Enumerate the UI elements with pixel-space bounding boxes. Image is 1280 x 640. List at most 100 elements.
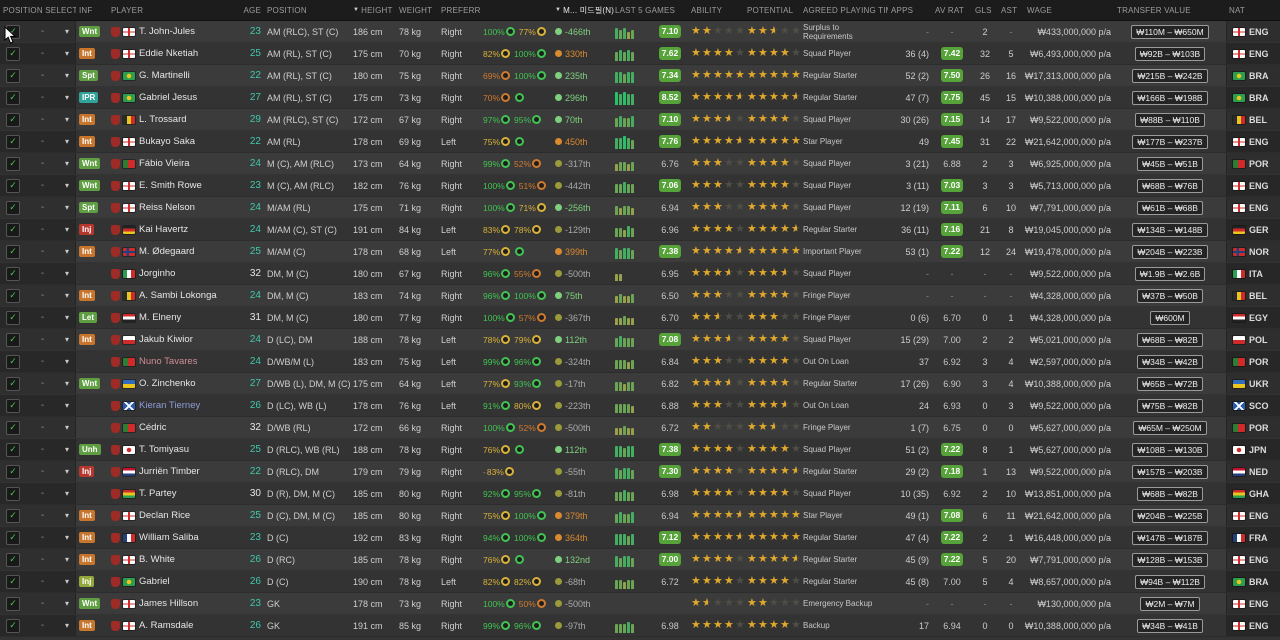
selected-checkbox[interactable]: ✓ bbox=[6, 464, 20, 479]
inf-badge[interactable]: Spt bbox=[79, 202, 98, 213]
player-name[interactable]: G. Martinelli bbox=[139, 70, 190, 81]
table-row[interactable]: ✓ - ▾ Int M. Ødegaard 25 M/AM (C) 178 cm… bbox=[0, 241, 1280, 263]
col-header-ast[interactable]: AST bbox=[998, 0, 1024, 20]
table-row[interactable]: ✓ - ▾ Nuno Tavares 24 D/WB/M (L) 183 cm … bbox=[0, 351, 1280, 373]
selected-checkbox[interactable]: ✓ bbox=[6, 134, 20, 149]
row-expand-chevron-icon[interactable]: ▾ bbox=[65, 445, 69, 454]
inf-badge[interactable]: Int bbox=[79, 136, 95, 147]
inf-badge[interactable]: Int bbox=[79, 620, 95, 631]
inf-badge[interactable]: Wnt bbox=[79, 26, 101, 37]
player-name[interactable]: M. Elneny bbox=[139, 312, 181, 323]
selected-checkbox[interactable]: ✓ bbox=[6, 332, 20, 347]
inf-badge[interactable]: IPR bbox=[79, 92, 99, 103]
player-name[interactable]: E. Smith Rowe bbox=[139, 180, 202, 191]
col-header-avrat[interactable]: AV RAT bbox=[932, 0, 972, 20]
player-name[interactable]: Reiss Nelson bbox=[139, 202, 195, 213]
row-expand-chevron-icon[interactable]: ▾ bbox=[65, 533, 69, 542]
selected-checkbox[interactable]: ✓ bbox=[6, 222, 20, 237]
col-header-nat[interactable]: NAT bbox=[1226, 0, 1280, 20]
player-name[interactable]: M. Ødegaard bbox=[139, 246, 194, 257]
inf-badge[interactable]: Inj bbox=[79, 466, 95, 477]
row-expand-chevron-icon[interactable]: ▾ bbox=[65, 599, 69, 608]
col-header-ability[interactable]: ABILITY bbox=[688, 0, 744, 20]
row-expand-chevron-icon[interactable]: ▾ bbox=[65, 313, 69, 322]
row-expand-chevron-icon[interactable]: ▾ bbox=[65, 379, 69, 388]
row-expand-chevron-icon[interactable]: ▾ bbox=[65, 247, 69, 256]
player-name[interactable]: James Hillson bbox=[139, 598, 198, 609]
player-name[interactable]: Jakub Kiwior bbox=[139, 334, 193, 345]
col-header-playing-time[interactable]: AGREED PLAYING TIME bbox=[800, 0, 888, 20]
row-expand-chevron-icon[interactable]: ▾ bbox=[65, 71, 69, 80]
inf-badge[interactable]: Inj bbox=[79, 576, 95, 587]
selected-checkbox[interactable]: ✓ bbox=[6, 486, 20, 501]
table-row[interactable]: ✓ - ▾ Inj Jurriën Timber 22 D (RLC), DM … bbox=[0, 461, 1280, 483]
inf-badge[interactable]: Int bbox=[79, 510, 95, 521]
table-row[interactable]: ✓ - ▾ Let M. Elneny 31 DM, M (C) 180 cm … bbox=[0, 307, 1280, 329]
selected-checkbox[interactable]: ✓ bbox=[6, 266, 20, 281]
selected-checkbox[interactable]: ✓ bbox=[6, 288, 20, 303]
selected-checkbox[interactable]: ✓ bbox=[6, 574, 20, 589]
table-row[interactable]: ✓ - ▾ Int Declan Rice 25 D (C), DM, M (C… bbox=[0, 505, 1280, 527]
player-name[interactable]: Kai Havertz bbox=[139, 224, 188, 235]
row-expand-chevron-icon[interactable]: ▾ bbox=[65, 621, 69, 630]
col-header-position[interactable]: POSITION bbox=[264, 0, 350, 20]
col-header-position-selected[interactable]: POSITION SELECTED bbox=[0, 0, 76, 20]
inf-badge[interactable]: Wnt bbox=[79, 598, 101, 609]
player-name[interactable]: Kieran Tierney bbox=[139, 400, 200, 411]
selected-checkbox[interactable]: ✓ bbox=[6, 68, 20, 83]
selected-checkbox[interactable]: ✓ bbox=[6, 244, 20, 259]
table-row[interactable]: ✓ - ▾ Int L. Trossard 29 AM (RLC), ST (C… bbox=[0, 109, 1280, 131]
table-row[interactable]: ✓ - ▾ Int Eddie Nketiah 25 AM (RL), ST (… bbox=[0, 43, 1280, 65]
player-name[interactable]: A. Sambi Lokonga bbox=[139, 290, 217, 301]
selected-checkbox[interactable]: ✓ bbox=[6, 442, 20, 457]
row-expand-chevron-icon[interactable]: ▾ bbox=[65, 49, 69, 58]
selected-checkbox[interactable]: ✓ bbox=[6, 156, 20, 171]
selected-checkbox[interactable]: ✓ bbox=[6, 530, 20, 545]
row-expand-chevron-icon[interactable]: ▾ bbox=[65, 291, 69, 300]
inf-badge[interactable]: Int bbox=[79, 554, 95, 565]
col-header-m-column[interactable]: ▼ M... 미드필(N) bbox=[552, 0, 614, 20]
player-name[interactable]: Jurriën Timber bbox=[139, 466, 200, 477]
selected-checkbox[interactable]: ✓ bbox=[6, 552, 20, 567]
player-name[interactable]: L. Trossard bbox=[139, 114, 187, 125]
selected-checkbox[interactable]: ✓ bbox=[6, 596, 20, 611]
player-name[interactable]: Jorginho bbox=[139, 268, 175, 279]
inf-badge[interactable]: Inj bbox=[79, 224, 95, 235]
inf-badge[interactable]: Int bbox=[79, 334, 95, 345]
table-row[interactable]: ✓ - ▾ Wnt T. John-Jules 23 AM (RLC), ST … bbox=[0, 21, 1280, 43]
inf-badge[interactable]: Unh bbox=[79, 444, 101, 455]
selected-checkbox[interactable]: ✓ bbox=[6, 310, 20, 325]
player-name[interactable]: Gabriel bbox=[139, 576, 170, 587]
table-row[interactable]: ✓ - ▾ Unh T. Tomiyasu 25 D (RLC), WB (RL… bbox=[0, 439, 1280, 461]
selected-checkbox[interactable]: ✓ bbox=[6, 420, 20, 435]
row-expand-chevron-icon[interactable]: ▾ bbox=[65, 27, 69, 36]
table-row[interactable]: ✓ - ▾ Int A. Ramsdale 26 GK 191 cm 85 kg… bbox=[0, 615, 1280, 637]
table-row[interactable]: ✓ - ▾ Cédric 32 D/WB (RL) 172 cm 66 kg R… bbox=[0, 417, 1280, 439]
player-name[interactable]: Gabriel Jesus bbox=[139, 92, 197, 103]
selected-checkbox[interactable]: ✓ bbox=[6, 178, 20, 193]
col-header-potential[interactable]: POTENTIAL bbox=[744, 0, 800, 20]
col-header-apps[interactable]: APPS bbox=[888, 0, 932, 20]
selected-checkbox[interactable]: ✓ bbox=[6, 24, 20, 39]
row-expand-chevron-icon[interactable]: ▾ bbox=[65, 203, 69, 212]
col-header-height[interactable]: ▼ HEIGHT bbox=[350, 0, 396, 20]
col-header-weight[interactable]: WEIGHT bbox=[396, 0, 438, 20]
inf-badge[interactable]: Let bbox=[79, 312, 97, 323]
row-expand-chevron-icon[interactable]: ▾ bbox=[65, 335, 69, 344]
col-header-last5[interactable]: LAST 5 GAMES bbox=[612, 0, 688, 20]
player-name[interactable]: Fábio Vieira bbox=[139, 158, 190, 169]
selected-checkbox[interactable]: ✓ bbox=[6, 200, 20, 215]
table-row[interactable]: ✓ - ▾ Int A. Sambi Lokonga 24 DM, M (C) … bbox=[0, 285, 1280, 307]
table-row[interactable]: ✓ - ▾ IPR Gabriel Jesus 27 AM (RL), ST (… bbox=[0, 87, 1280, 109]
table-row[interactable]: ✓ - ▾ Wnt Fábio Vieira 24 M (C), AM (RLC… bbox=[0, 153, 1280, 175]
player-name[interactable]: A. Ramsdale bbox=[139, 620, 193, 631]
player-name[interactable]: T. Tomiyasu bbox=[139, 444, 189, 455]
table-row[interactable]: ✓ - ▾ Spt Reiss Nelson 24 M/AM (RL) 175 … bbox=[0, 197, 1280, 219]
col-header-transfer-value[interactable]: TRANSFER VALUE bbox=[1114, 0, 1226, 20]
col-header-preferred-foot[interactable]: PREFERRE... bbox=[438, 0, 480, 20]
row-expand-chevron-icon[interactable]: ▾ bbox=[65, 225, 69, 234]
table-row[interactable]: ✓ - ▾ Wnt E. Smith Rowe 23 M (C), AM (RL… bbox=[0, 175, 1280, 197]
table-row[interactable]: ✓ - ▾ Inj Gabriel 26 D (C) 190 cm 78 kg … bbox=[0, 571, 1280, 593]
row-expand-chevron-icon[interactable]: ▾ bbox=[65, 137, 69, 146]
row-expand-chevron-icon[interactable]: ▾ bbox=[65, 467, 69, 476]
